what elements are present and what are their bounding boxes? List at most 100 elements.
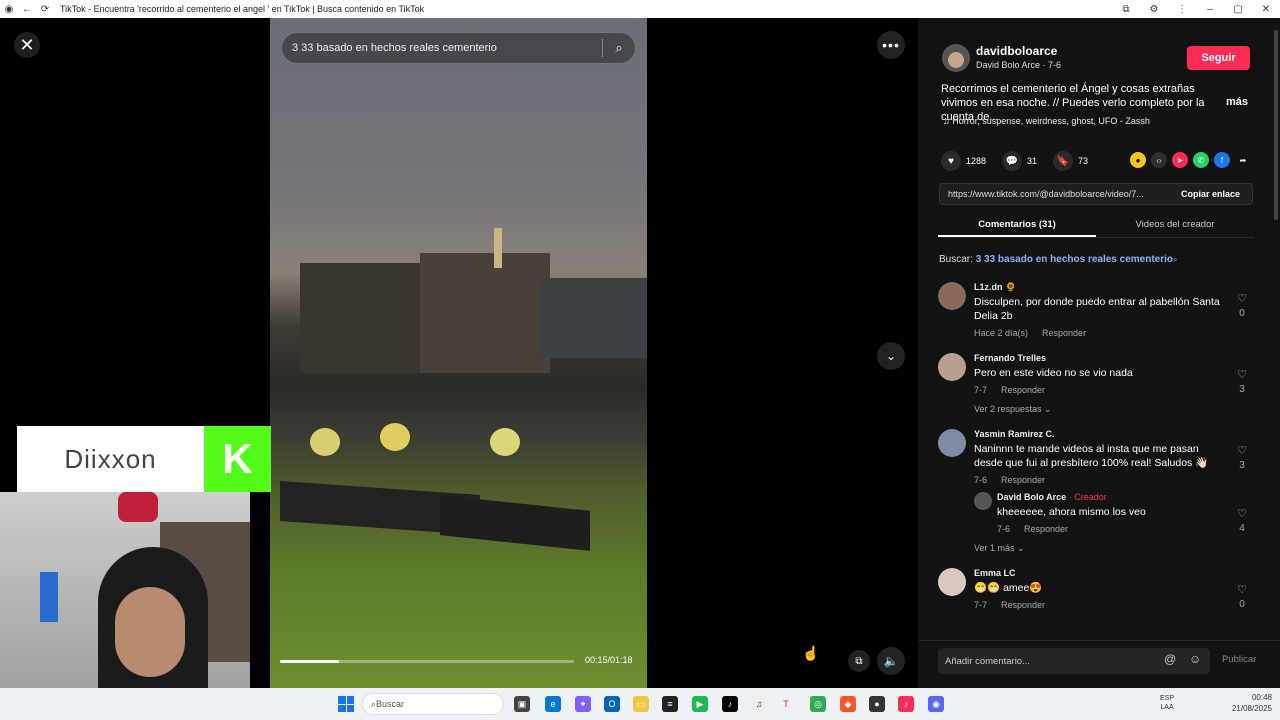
translate-icon[interactable]: ⧉ — [1112, 4, 1140, 15]
maximize-button[interactable]: ▢ — [1224, 4, 1252, 15]
mention-icon[interactable]: @ — [1164, 652, 1176, 666]
taskbar-search[interactable]: ⌕ Buscar — [362, 693, 504, 715]
heart-icon[interactable]: ♡ — [1234, 368, 1250, 381]
reply-button[interactable]: Responder — [1001, 475, 1045, 485]
more-link[interactable]: más — [1226, 96, 1248, 108]
comment-author[interactable]: Fernando Trelles — [974, 353, 1046, 363]
scrollbar[interactable] — [1274, 30, 1278, 220]
language-indicator[interactable]: ESP LAA — [1160, 694, 1174, 712]
avatar[interactable] — [938, 282, 966, 310]
reload-icon[interactable]: ⟳ — [36, 4, 54, 15]
avatar[interactable] — [942, 44, 970, 72]
tab-comments[interactable]: Comentarios (31) — [938, 214, 1096, 237]
view-more-button[interactable]: Ver 1 más ⌄ — [974, 543, 1025, 554]
tab-creator-videos[interactable]: Videos del creador — [1096, 214, 1254, 237]
discord-icon[interactable]: ◉ — [928, 696, 944, 712]
reply-button[interactable]: Responder — [1024, 524, 1068, 534]
search-icon[interactable]: ⌕ — [603, 40, 635, 56]
share-arrow-icon[interactable]: ➦ — [1235, 152, 1251, 168]
comment-count: 31 — [1027, 156, 1038, 166]
comment-like-count: 0 — [1239, 308, 1245, 319]
comment-text: 😁😁 amee😍 — [974, 582, 1043, 594]
comment-date: Hace 2 día(s) — [974, 328, 1029, 338]
extensions-icon[interactable]: ⚙ — [1140, 4, 1168, 15]
emoji-icon[interactable]: ☺ — [1189, 652, 1201, 666]
back-icon[interactable]: ← — [18, 4, 36, 15]
streamer-name: Diixxon — [64, 443, 157, 474]
task-view-icon[interactable]: ▣ — [514, 696, 530, 712]
brave-icon[interactable]: ◆ — [840, 696, 856, 712]
post-music[interactable]: ♫ Horror, suspense, weirdness, ghost, UF… — [943, 116, 1150, 126]
view-replies-button[interactable]: Ver 2 respuestas ⌄ — [974, 404, 1052, 415]
edge-icon[interactable]: e — [545, 696, 561, 712]
comment-action[interactable]: 💬 31 — [1002, 151, 1037, 171]
heart-icon[interactable]: ♡ — [1234, 507, 1250, 520]
comment-author[interactable]: Yasmin Ramirez C. — [974, 429, 1055, 439]
menu-icon[interactable]: ⋮ — [1168, 4, 1196, 15]
folder-icon[interactable]: ▭ — [633, 696, 649, 712]
avatar[interactable] — [938, 568, 966, 596]
app-icon[interactable]: ≡ — [662, 696, 678, 712]
minimize-button[interactable]: – — [1196, 4, 1224, 15]
system-clock[interactable]: 00:48 21/08/2025 — [1232, 692, 1272, 714]
tiktok-icon[interactable]: ♪ — [722, 696, 738, 712]
publish-button[interactable]: Publicar — [1222, 654, 1256, 665]
send-icon[interactable]: ➤ — [1172, 152, 1188, 168]
heart-icon[interactable]: ♡ — [1234, 583, 1250, 596]
clock-time: 00:48 — [1251, 693, 1272, 702]
webcam-feed — [0, 492, 250, 720]
picture-in-picture-icon[interactable]: ⧉ — [848, 650, 870, 672]
comment-author[interactable]: Emma LC — [974, 568, 1016, 578]
red-object — [118, 492, 158, 522]
comment-text: Disculpen, por donde puedo entrar al pab… — [974, 296, 1220, 322]
background-building — [540, 278, 647, 358]
volume-icon[interactable]: 🔈 — [877, 647, 905, 675]
music-icon[interactable]: ♫ — [751, 696, 767, 712]
related-search[interactable]: Buscar: 3 33 basado en hechos reales cem… — [939, 254, 1178, 265]
reply-author-name[interactable]: David Bolo Arce — [997, 492, 1066, 502]
whatsapp-icon[interactable]: ✆ — [1193, 152, 1209, 168]
search-icon: ⌕ — [1173, 255, 1178, 264]
facebook-icon[interactable]: f — [1214, 152, 1230, 168]
copilot-icon[interactable]: ✦ — [575, 696, 591, 712]
media-icon[interactable]: ▶ — [692, 696, 708, 712]
chrome-icon[interactable]: ◎ — [810, 696, 826, 712]
outlook-icon[interactable]: O — [604, 696, 620, 712]
close-icon[interactable]: ✕ — [14, 32, 40, 58]
comment-author[interactable]: L1z.dn 🌻 — [974, 282, 1016, 293]
more-options-icon[interactable]: ••• — [877, 31, 905, 59]
tiktok-live-icon[interactable]: ♪ — [898, 696, 914, 712]
text-app-icon[interactable]: T — [778, 696, 794, 712]
avatar[interactable] — [974, 492, 992, 510]
coin-icon[interactable]: ● — [1130, 152, 1146, 168]
close-window-button[interactable]: ✕ — [1252, 4, 1280, 15]
avatar[interactable] — [938, 353, 966, 381]
start-icon[interactable] — [338, 696, 354, 712]
copy-link-button[interactable]: Copiar enlace — [1169, 189, 1252, 199]
search-query[interactable]: 3 33 basado en hechos reales cementerio — [282, 42, 602, 54]
embed-icon[interactable]: ‹› — [1151, 152, 1167, 168]
video-progress-bar[interactable] — [280, 660, 574, 663]
creator-badge: · Creador — [1068, 492, 1107, 502]
reply-button[interactable]: Responder — [1042, 328, 1086, 338]
chevron-down-icon[interactable]: ⌄ — [877, 342, 905, 370]
reply-button[interactable]: Responder — [1001, 385, 1045, 395]
save-action[interactable]: 🔖 73 — [1053, 151, 1088, 171]
related-search-query[interactable]: 3 33 basado en hechos reales cementerio — [976, 254, 1173, 265]
mausoleum-image-2 — [420, 253, 550, 373]
flowers-image — [380, 423, 410, 451]
video-player[interactable] — [270, 18, 647, 688]
follow-button[interactable]: Seguir — [1187, 46, 1250, 70]
avatar[interactable] — [938, 429, 966, 457]
reply-button[interactable]: Responder — [1001, 600, 1045, 610]
like-action[interactable]: ♥ 1288 — [941, 151, 986, 171]
app-icon[interactable]: ● — [869, 696, 885, 712]
comment-author[interactable]: David Bolo Arce · Creador — [997, 492, 1107, 502]
video-search-box[interactable]: 3 33 basado en hechos reales cementerio … — [281, 32, 636, 64]
bookmark-icon: 🔖 — [1053, 151, 1074, 171]
post-author-date: David Bolo Arce · 7-6 — [976, 60, 1062, 70]
comment-date: 7-6 — [974, 475, 988, 485]
post-username[interactable]: davidboloarce — [976, 44, 1057, 58]
heart-icon[interactable]: ♡ — [1234, 444, 1250, 457]
heart-icon[interactable]: ♡ — [1234, 292, 1250, 305]
